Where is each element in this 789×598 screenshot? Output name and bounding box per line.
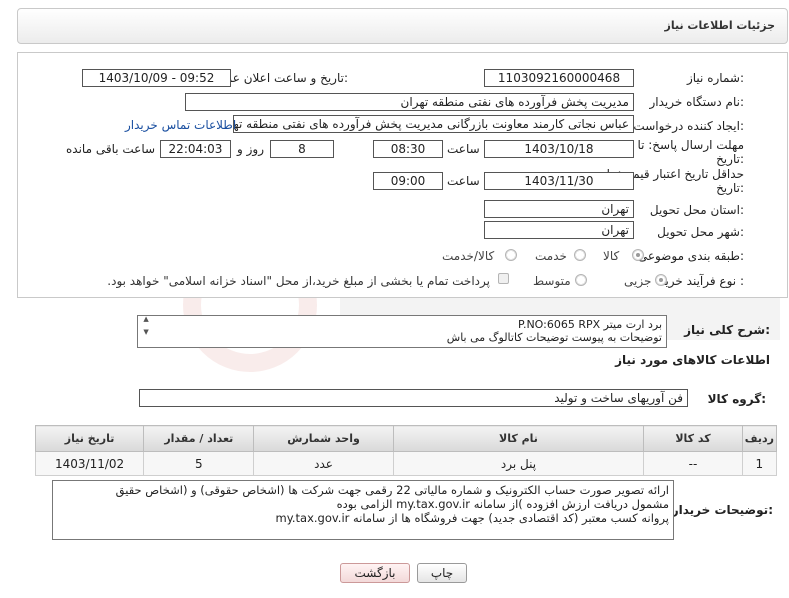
province-label: استان محل تحویل: bbox=[649, 203, 744, 217]
buyer-org-label: نام دستگاه خریدار: bbox=[649, 95, 745, 109]
print-button[interactable]: چاپ bbox=[417, 563, 467, 583]
category-option-service: خدمت bbox=[535, 249, 567, 263]
need-number-label: شماره نیاز: bbox=[686, 71, 744, 85]
col-date: تاریخ نیاز bbox=[34, 425, 145, 452]
process-option-medium: متوسط bbox=[533, 274, 571, 288]
treasury-payment-note: پرداخت تمام یا بخشی از مبلغ خرید،از محل … bbox=[107, 274, 490, 288]
creator-label: ایجاد کننده درخواست: bbox=[633, 119, 744, 133]
col-code: کد کالا bbox=[643, 425, 743, 452]
table-row: 1 -- پنل برد عدد 5 1403/11/02 bbox=[34, 451, 778, 476]
cell-code: -- bbox=[643, 451, 743, 476]
cell-qty: 5 bbox=[143, 451, 255, 476]
process-type-label: نوع فرآیند خرید : bbox=[659, 274, 744, 288]
remaining-label: ساعت باقی مانده bbox=[66, 142, 156, 156]
validity-date-label: تاریخ: bbox=[716, 181, 744, 195]
deadline-time-label: ساعت bbox=[447, 142, 480, 156]
category-radio-goods[interactable] bbox=[632, 249, 644, 261]
buyer-notes-line-3: پروانه کسب معتبر (کد اقتصادی جدید) جهت ف… bbox=[275, 511, 670, 525]
category-radio-goods-service[interactable] bbox=[505, 249, 517, 261]
col-row: ردیف bbox=[741, 425, 778, 452]
days-remaining-field: 8 bbox=[270, 140, 334, 158]
treasury-payment-checkbox[interactable] bbox=[498, 273, 509, 284]
summary-line-2: توضیحات به پیوست توضیحات کاتالوگ می باش bbox=[446, 331, 662, 344]
summary-label: شرح کلی نیاز: bbox=[684, 323, 770, 337]
goods-section-title: اطلاعات کالاهای مورد نیاز bbox=[615, 353, 770, 367]
summary-line-1: برد ارت میتر P.NO:6065 RPX bbox=[518, 318, 662, 331]
validity-time-field: 09:00 bbox=[373, 172, 443, 190]
city-field: تهران bbox=[484, 221, 634, 239]
announce-field: 1403/10/09 - 09:52 bbox=[82, 69, 231, 87]
goods-group-field: فن آوریهای ساخت و تولید bbox=[139, 389, 688, 407]
remaining-time-field: 22:04:03 bbox=[160, 140, 231, 158]
page-header: جزئیات اطلاعات نیاز bbox=[17, 8, 788, 44]
col-name: نام کالا bbox=[392, 425, 645, 452]
buyer-notes-label: توضیحات خریدار: bbox=[671, 503, 773, 517]
buyer-contact-link[interactable]: اطلاعات تماس خریدار bbox=[125, 118, 236, 132]
goods-table: ردیف کد کالا نام کالا واحد شمارش تعداد /… bbox=[34, 425, 778, 476]
summary-textarea[interactable]: برد ارت میتر P.NO:6065 RPX توضیحات به پی… bbox=[137, 315, 667, 348]
validity-time-label: ساعت bbox=[447, 174, 480, 188]
cell-name: پنل برد bbox=[392, 451, 645, 476]
buyer-notes-line-2: مشمول دریافت ارزش افزوده )از سامانه my.t… bbox=[336, 497, 669, 511]
deadline-label: مهلت ارسال پاسخ: تا bbox=[637, 138, 744, 152]
deadline-date-field: 1403/10/18 bbox=[484, 140, 634, 158]
category-radio-service[interactable] bbox=[574, 249, 586, 261]
category-option-goods: کالا bbox=[603, 249, 620, 263]
province-field: تهران bbox=[484, 200, 634, 218]
buyer-notes-line-1: ارائه تصویر صورت حساب الکترونیک و شماره … bbox=[115, 483, 669, 497]
process-radio-minor[interactable] bbox=[655, 274, 667, 286]
city-label: شهر محل تحویل: bbox=[657, 225, 744, 239]
scroll-arrows-icon[interactable]: ▲ ▼ bbox=[139, 316, 153, 336]
category-label: طبقه بندی موضوعی: bbox=[637, 249, 744, 263]
category-option-goods-service: کالا/خدمت bbox=[442, 249, 495, 263]
col-qty: تعداد / مقدار bbox=[143, 425, 255, 452]
buyer-org-field: مدیریت پخش فرآورده های نفتی منطقه تهران bbox=[185, 93, 634, 111]
validity-date-field: 1403/11/30 bbox=[484, 172, 634, 190]
deadline-time-field: 08:30 bbox=[373, 140, 443, 158]
cell-date: 1403/11/02 bbox=[34, 451, 145, 476]
back-button[interactable]: بازگشت bbox=[340, 563, 410, 583]
days-label: روز و bbox=[237, 142, 264, 156]
col-unit: واحد شمارش bbox=[253, 425, 394, 452]
goods-table-container: ردیف کد کالا نام کالا واحد شمارش تعداد /… bbox=[34, 425, 778, 476]
creator-field: عباس نجاتی کارمند معاونت بازرگانی مدیریت… bbox=[233, 115, 634, 133]
need-number-field: 1103092160000468 bbox=[484, 69, 634, 87]
goods-table-header: ردیف کد کالا نام کالا واحد شمارش تعداد /… bbox=[34, 425, 778, 452]
process-option-minor: جزیی bbox=[624, 274, 652, 288]
deadline-date-label: تاریخ: bbox=[716, 152, 744, 166]
cell-unit: عدد bbox=[253, 451, 394, 476]
process-radio-medium[interactable] bbox=[575, 274, 587, 286]
buyer-notes-textarea[interactable]: ارائه تصویر صورت حساب الکترونیک و شماره … bbox=[52, 480, 674, 540]
cell-row: 1 bbox=[741, 451, 778, 476]
page-title: جزئیات اطلاعات نیاز bbox=[664, 19, 776, 32]
goods-group-label: گروه کالا: bbox=[707, 392, 766, 406]
